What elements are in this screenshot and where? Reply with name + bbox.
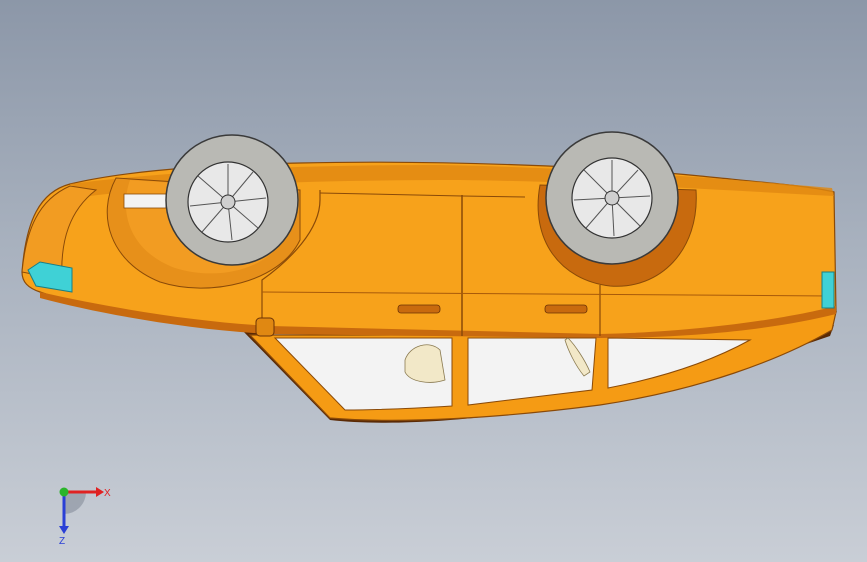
rear-wheel[interactable] [545, 131, 679, 265]
taillight[interactable] [821, 271, 835, 309]
cad-viewport[interactable] [0, 0, 867, 562]
triad-quadrant [64, 492, 86, 514]
side-mirror[interactable] [255, 317, 275, 337]
triad-origin [59, 487, 69, 497]
front-door-handle[interactable] [397, 304, 441, 314]
front-wheel[interactable] [165, 134, 299, 266]
rear-door-handle[interactable] [544, 304, 588, 314]
rear-hub [604, 190, 620, 206]
front-seat [404, 344, 446, 383]
coordinate-triad: X Z [59, 487, 111, 547]
underbody-rail [123, 193, 167, 209]
z-axis-head [59, 526, 69, 534]
x-axis-head [96, 487, 104, 497]
x-axis-label: X [104, 488, 111, 499]
car-body[interactable] [21, 161, 837, 423]
front-hub [220, 194, 236, 210]
z-axis-label: Z [59, 536, 65, 547]
